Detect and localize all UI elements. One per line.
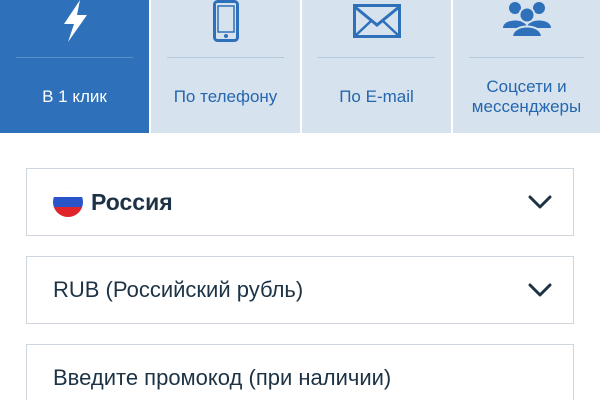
tab-label: По E-mail: [339, 86, 414, 106]
promo-code-input[interactable]: Введите промокод (при наличии): [26, 344, 574, 400]
tab-divider: [318, 57, 435, 58]
currency-value: RUB (Российский рубль): [53, 277, 304, 302]
registration-method-tabs: В 1 клик По телефону По E-mail Соцсети и…: [0, 0, 600, 133]
tab-divider: [167, 57, 284, 58]
country-value: Россия: [53, 169, 173, 235]
promo-code-placeholder: Введите промокод (при наличии): [53, 365, 392, 390]
chevron-down-icon[interactable]: [527, 191, 553, 213]
country-select[interactable]: Россия: [26, 168, 574, 236]
tab-by-phone[interactable]: По телефону: [149, 0, 300, 133]
tab-one-click[interactable]: В 1 клик: [0, 0, 149, 133]
tab-divider: [469, 57, 584, 58]
currency-select[interactable]: RUB (Российский рубль): [26, 256, 574, 324]
registration-page: В 1 клик По телефону По E-mail Соцсети и…: [0, 0, 600, 400]
tab-label: По телефону: [173, 86, 278, 106]
russia-flag-icon: [53, 187, 83, 217]
envelope-icon: [302, 0, 451, 46]
tab-label: Соцсети и мессенджеры: [471, 76, 582, 116]
phone-icon: [151, 0, 300, 46]
tab-divider: [16, 57, 133, 58]
country-label: Россия: [91, 188, 173, 215]
tab-by-email[interactable]: По E-mail: [300, 0, 451, 133]
people-icon: [453, 0, 600, 46]
tab-label: В 1 клик: [42, 86, 107, 106]
chevron-down-icon[interactable]: [527, 279, 553, 301]
lightning-icon: [0, 0, 149, 46]
tab-social-messengers[interactable]: Соцсети и мессенджеры: [451, 0, 600, 133]
